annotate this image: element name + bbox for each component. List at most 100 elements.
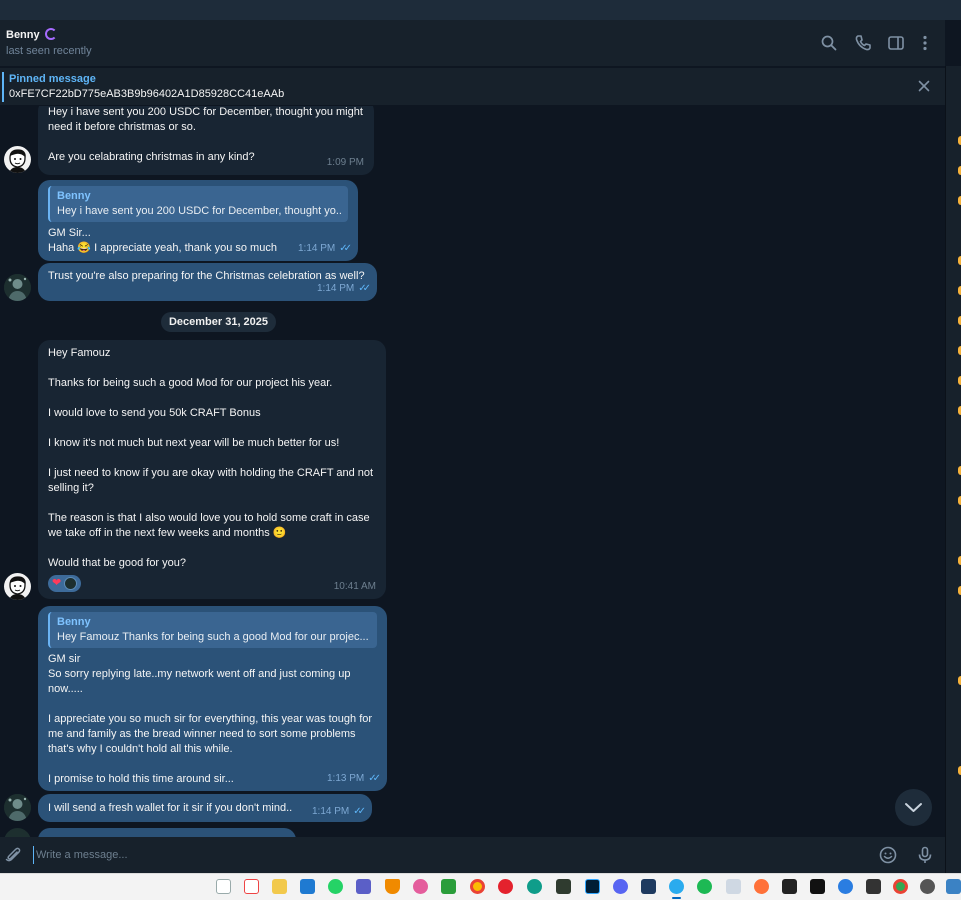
- message-line: Hey i have sent you 200 USDC for Decembe…: [48, 106, 363, 118]
- benny-avatar-icon: [9, 576, 26, 600]
- app-icon[interactable]: [556, 879, 571, 894]
- photoshop-icon[interactable]: [585, 879, 600, 894]
- message-input[interactable]: [33, 846, 813, 864]
- reply-preview[interactable]: Benny Hey Famouz Thanks for being such a…: [48, 612, 377, 648]
- pinned-text: 0xFE7CF22bD775eAB3B9b96402A1D85928CC41eA…: [9, 88, 285, 100]
- message-bubble-incoming[interactable]: Hey Famouz Thanks for being such a good …: [38, 340, 386, 599]
- avatar[interactable]: [4, 573, 31, 600]
- microphone-icon[interactable]: [915, 845, 935, 865]
- message-time: 1:14 PM: [316, 283, 355, 294]
- message-line: [48, 541, 376, 556]
- message-bubble-outgoing[interactable]: Trust you're also preparing for the Chri…: [38, 263, 377, 301]
- telegram-icon[interactable]: [669, 879, 684, 899]
- message-bubble-outgoing[interactable]: I will send a fresh wallet for it sir if…: [38, 794, 372, 822]
- message-bubble-outgoing[interactable]: Benny Hey Famouz Thanks for being such a…: [38, 606, 387, 791]
- message-line: [48, 361, 376, 376]
- message-line: Hey Famouz: [48, 347, 111, 359]
- avatar[interactable]: [4, 794, 31, 821]
- window-top-strip: [0, 0, 961, 20]
- date-separator: December 31, 2025: [161, 312, 276, 332]
- contact-name-row[interactable]: Benny: [6, 28, 57, 41]
- app-icon[interactable]: [441, 879, 456, 894]
- tradingview-icon[interactable]: [810, 879, 825, 894]
- app-icon[interactable]: [216, 879, 231, 894]
- app-icon[interactable]: [244, 879, 259, 894]
- opera-icon[interactable]: [498, 879, 513, 894]
- reply-text: Hey Famouz Thanks for being such a good …: [57, 631, 369, 643]
- message-line: [48, 135, 364, 150]
- chat-header[interactable]: Benny last seen recently: [0, 20, 945, 66]
- phone-icon[interactable]: [853, 33, 873, 53]
- message-line: need it before christmas or so.: [48, 121, 196, 133]
- heart-reaction-icon: ❤: [52, 577, 62, 589]
- chevron-down-icon: [905, 803, 922, 812]
- pinned-accent-bar: [2, 72, 4, 102]
- message-bubble-outgoing[interactable]: [38, 828, 296, 837]
- file-explorer-icon[interactable]: [272, 879, 287, 894]
- message-line: selling it?: [48, 482, 94, 494]
- firefox-icon[interactable]: [754, 879, 769, 894]
- sidebar-toggle-icon[interactable]: [886, 33, 906, 53]
- discord-icon[interactable]: [613, 879, 628, 894]
- settings-icon[interactable]: [920, 879, 935, 894]
- chat-list-strip[interactable]: [945, 66, 961, 873]
- terminal-icon[interactable]: [782, 879, 797, 894]
- message-line: [48, 451, 376, 466]
- emoji-icon[interactable]: [878, 845, 898, 865]
- message-line: I would love to send you 50k CRAFT Bonus: [48, 407, 261, 419]
- verified-logo-icon: [44, 28, 57, 40]
- user-avatar-icon: [4, 794, 31, 821]
- app-icon[interactable]: [641, 879, 656, 894]
- avatar[interactable]: [4, 146, 31, 173]
- message-line: that's why I couldn't hold all this whil…: [48, 743, 233, 755]
- teams-icon[interactable]: [356, 879, 371, 894]
- edge-icon[interactable]: [527, 879, 542, 894]
- message-line: The reason is that I also would love you…: [48, 512, 370, 524]
- app-icon[interactable]: [838, 879, 853, 894]
- reply-preview[interactable]: Benny Hey i have sent you 200 USDC for D…: [48, 186, 348, 222]
- chat-history[interactable]: Hey i have sent you 200 USDC for Decembe…: [0, 106, 945, 837]
- message-time-row: 1:14 PM ✓✓: [312, 804, 366, 819]
- message-line: Are you celabrating christmas in any kin…: [48, 151, 255, 163]
- contact-name: Benny: [6, 29, 40, 41]
- avatar[interactable]: [4, 274, 31, 301]
- whatsapp-icon[interactable]: [328, 879, 343, 894]
- app-icon[interactable]: [866, 879, 881, 894]
- reply-author: Benny: [57, 190, 91, 202]
- message-line: So sorry replying late..my network went …: [48, 668, 351, 680]
- pinned-title: Pinned message: [9, 73, 96, 85]
- scroll-down-button[interactable]: [895, 789, 932, 826]
- chrome-icon[interactable]: [470, 879, 485, 894]
- notepad-icon[interactable]: [726, 879, 741, 894]
- user-avatar-icon: [4, 274, 31, 301]
- message-line: Thanks for being such a good Mod for our…: [48, 377, 333, 389]
- attach-icon[interactable]: [3, 845, 23, 865]
- message-line: GM Sir...: [48, 227, 91, 239]
- chrome-icon[interactable]: [893, 879, 908, 894]
- app-icon[interactable]: [946, 879, 961, 894]
- vscode-icon[interactable]: [300, 879, 315, 894]
- message-line: Would that be good for you?: [48, 557, 187, 569]
- pinned-message-bar[interactable]: Pinned message 0xFE7CF22bD775eAB3B9b9640…: [0, 67, 945, 105]
- message-bubble-incoming[interactable]: Hey i have sent you 200 USDC for Decembe…: [38, 106, 374, 175]
- benny-avatar-icon: [9, 149, 26, 173]
- more-icon[interactable]: [915, 33, 935, 53]
- vlc-icon[interactable]: [385, 879, 400, 894]
- message-line: [48, 391, 376, 406]
- search-icon[interactable]: [819, 33, 839, 53]
- copilot-icon[interactable]: [413, 879, 428, 894]
- message-line: I just need to know if you are okay with…: [48, 467, 374, 479]
- spotify-icon[interactable]: [697, 879, 712, 894]
- reaction-badge[interactable]: ❤: [48, 575, 82, 592]
- close-icon[interactable]: [916, 78, 932, 94]
- windows-taskbar: [0, 873, 961, 900]
- avatar[interactable]: [4, 828, 31, 837]
- read-checkmarks-icon: ✓✓: [353, 806, 366, 817]
- message-line: now.....: [48, 683, 83, 695]
- message-time: 10:41 AM: [333, 581, 376, 592]
- message-composer[interactable]: [0, 837, 945, 873]
- message-bubble-outgoing[interactable]: Benny Hey i have sent you 200 USDC for D…: [38, 180, 358, 261]
- message-time-row: 1:14 PM ✓✓: [316, 281, 371, 296]
- message-time: 1:14 PM: [297, 243, 336, 254]
- read-checkmarks-icon: ✓✓: [339, 243, 352, 254]
